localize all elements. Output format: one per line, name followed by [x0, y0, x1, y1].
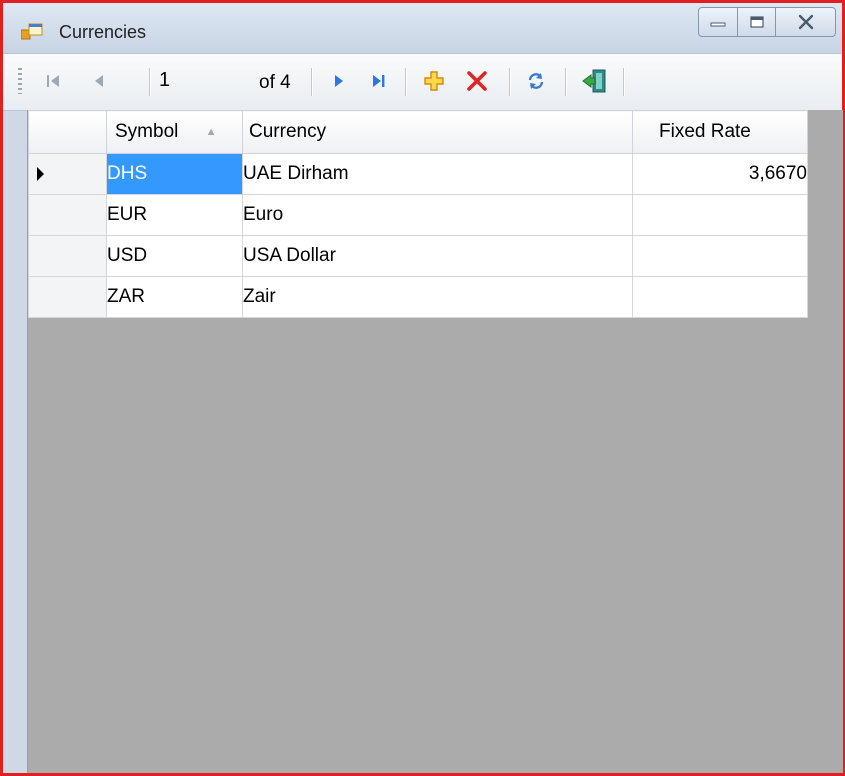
window-controls: [698, 7, 836, 41]
row-header[interactable]: [28, 153, 107, 195]
add-new-icon: [424, 71, 444, 91]
minimize-icon: [710, 22, 726, 27]
toolbar-separator: [565, 68, 567, 96]
delete-button[interactable]: [461, 67, 493, 95]
cell-currency[interactable]: Euro: [242, 194, 633, 236]
grid-corner-header[interactable]: [28, 110, 107, 154]
cell-currency[interactable]: UAE Dirham: [242, 153, 633, 195]
table-row[interactable]: DHS UAE Dirham 3,6670: [28, 153, 808, 195]
table-row[interactable]: USD USA Dollar: [28, 235, 808, 277]
record-count-label: of 4: [259, 72, 291, 93]
add-new-button[interactable]: [419, 67, 449, 95]
close-icon: [798, 14, 813, 30]
sort-ascending-icon: ▲: [205, 125, 217, 138]
move-previous-button[interactable]: [85, 67, 113, 95]
cell-symbol[interactable]: ZAR: [106, 276, 243, 318]
toolbar-separator: [149, 68, 151, 96]
move-next-icon: [335, 75, 343, 87]
data-grid-table: Symbol ▲ Currency Fixed Rate DHS UAE Dir…: [28, 110, 808, 318]
table-row[interactable]: EUR Euro: [28, 194, 808, 236]
toolbar-separator: [311, 68, 313, 96]
row-header[interactable]: [28, 194, 107, 236]
cell-fixed-rate[interactable]: [632, 194, 808, 236]
cell-fixed-rate[interactable]: [632, 235, 808, 277]
move-last-icon: [373, 75, 385, 87]
cell-symbol[interactable]: USD: [106, 235, 243, 277]
row-header[interactable]: [28, 276, 107, 318]
binding-navigator: of 4: [3, 53, 842, 111]
refresh-icon: [528, 73, 544, 89]
cell-currency[interactable]: USA Dollar: [242, 235, 633, 277]
exit-icon: [582, 69, 606, 93]
column-header-row: Symbol ▲ Currency Fixed Rate: [28, 110, 808, 154]
toolbar-separator: [509, 68, 511, 96]
move-first-button[interactable]: [39, 67, 67, 95]
minimize-button[interactable]: [698, 7, 738, 37]
currencies-window: Currencies 1 of 4 Symbol ▲ Currency Fixe…: [0, 0, 845, 776]
cell-symbol[interactable]: DHS: [106, 153, 243, 195]
column-header-symbol[interactable]: Symbol ▲: [106, 110, 243, 154]
maximize-button[interactable]: [738, 7, 776, 37]
table-row[interactable]: ZAR Zair: [28, 276, 808, 318]
cell-currency[interactable]: Zair: [242, 276, 633, 318]
column-header-currency[interactable]: Currency: [242, 110, 633, 154]
cell-fixed-rate[interactable]: [632, 276, 808, 318]
form-icon: [21, 23, 43, 40]
refresh-button[interactable]: [521, 67, 551, 95]
row-header[interactable]: [28, 235, 107, 277]
column-header-label: Currency: [249, 121, 327, 142]
cell-fixed-rate[interactable]: 3,6670: [632, 153, 808, 195]
close-button[interactable]: [776, 7, 836, 37]
maximize-icon: [749, 16, 764, 28]
title-bar[interactable]: Currencies: [3, 3, 842, 53]
column-header-fixed-rate[interactable]: Fixed Rate: [632, 110, 808, 154]
delete-icon: [467, 71, 487, 91]
window-title: Currencies: [59, 22, 147, 42]
move-last-button[interactable]: [365, 67, 393, 95]
exit-button[interactable]: [577, 67, 613, 95]
toolbar-separator: [623, 68, 625, 96]
move-next-button[interactable]: [325, 67, 353, 95]
currencies-grid[interactable]: Symbol ▲ Currency Fixed Rate DHS UAE Dir…: [27, 110, 843, 773]
toolbar-grip[interactable]: [18, 68, 22, 94]
column-header-label: Symbol: [115, 121, 179, 142]
move-previous-icon: [95, 75, 103, 87]
current-row-indicator-icon: [37, 167, 44, 181]
column-header-label: Fixed Rate: [659, 121, 751, 142]
move-first-icon: [47, 75, 59, 87]
toolbar-separator: [405, 68, 407, 96]
cell-symbol[interactable]: EUR: [106, 194, 243, 236]
position-input[interactable]: [157, 65, 241, 95]
